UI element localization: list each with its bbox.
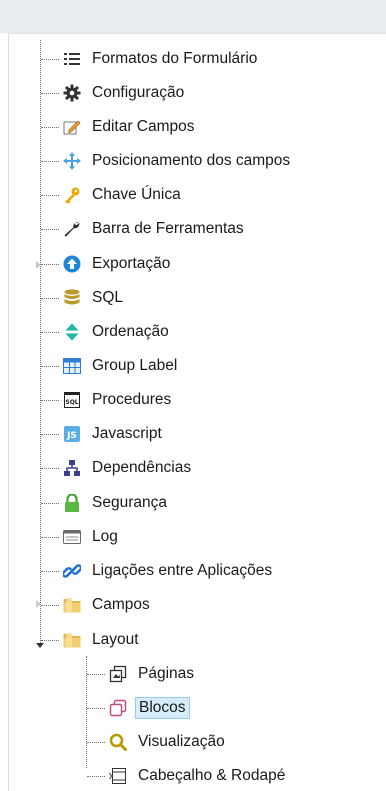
sort-arrows-icon <box>63 323 81 341</box>
svg-text:JS: JS <box>66 431 77 441</box>
tree-item-label: Configuração <box>92 84 185 101</box>
tree-item-formatos-do-formulario[interactable]: Formatos do Formulário <box>41 46 260 72</box>
link-icon <box>63 562 81 580</box>
hierarchy-icon <box>63 459 81 477</box>
tree-item-javascript[interactable]: JS Javascript <box>41 421 165 447</box>
tree-item-label: Blocos <box>135 697 190 719</box>
tree-item-label: Ordenação <box>92 323 169 340</box>
tree-item-configuracao[interactable]: Configuração <box>41 80 187 106</box>
tree-item-log[interactable]: Log <box>41 524 121 550</box>
list-icon <box>63 50 81 68</box>
tree-item-procedures[interactable]: SQL Procedures <box>41 387 174 413</box>
tree-item-ligacoes-entre-aplicacoes[interactable]: Ligações entre Aplicações <box>41 558 275 584</box>
tree-item-label: Javascript <box>92 425 162 442</box>
log-window-icon <box>63 528 81 546</box>
tree-item-label: Editar Campos <box>92 118 195 135</box>
tree-item-seguranca[interactable]: Segurança <box>41 490 170 516</box>
tree-item-editar-campos[interactable]: Editar Campos <box>41 114 198 140</box>
tree-item-label: Group Label <box>92 357 178 374</box>
tree-item-blocos[interactable]: Blocos <box>87 695 190 721</box>
sql-file-icon: SQL <box>63 391 81 409</box>
tree-item-label: Procedures <box>92 391 172 408</box>
tree-item-label: Ligações entre Aplicações <box>92 562 273 579</box>
tree-item-label: Visualização <box>138 733 225 750</box>
tree-item-label: SQL <box>92 289 124 306</box>
tree-item-label: Barra de Ferramentas <box>92 220 244 237</box>
pages-icon <box>109 665 127 683</box>
tree-item-label: Cabeçalho & Rodapé <box>138 767 286 784</box>
tree-item-label: Segurança <box>92 494 167 511</box>
database-icon <box>63 289 81 307</box>
tree-item-label: Chave Única <box>92 186 181 203</box>
application-tree: Formatos do Formulário Configuração Edit… <box>0 0 386 791</box>
tree-item-campos[interactable]: Campos <box>41 592 153 618</box>
tree-item-label: Exportação <box>92 255 171 272</box>
magnifier-icon <box>109 733 127 751</box>
tree-item-dependencias[interactable]: Dependências <box>41 455 194 481</box>
tree-item-ordenacao[interactable]: Ordenação <box>41 319 172 345</box>
tree-item-exportacao[interactable]: Exportação <box>41 251 173 277</box>
table-grid-icon <box>63 357 81 375</box>
tree-item-label: Páginas <box>138 665 195 682</box>
folder-icon <box>63 631 81 649</box>
tree-item-label: Dependências <box>92 459 192 476</box>
upload-circle-icon <box>63 255 81 273</box>
tree-item-sql[interactable]: SQL <box>41 285 126 311</box>
tree-item-group-label[interactable]: Group Label <box>41 353 180 379</box>
lock-icon <box>63 494 81 512</box>
tree-item-visualizacao[interactable]: Visualização <box>87 729 228 755</box>
javascript-icon: JS <box>63 425 81 443</box>
move-arrows-icon <box>63 152 81 170</box>
tree-item-label: Formatos do Formulário <box>92 50 258 67</box>
tree-item-label: Campos <box>92 596 150 613</box>
folder-icon <box>63 596 81 614</box>
tree-item-label: Log <box>92 528 118 545</box>
tree-item-barra-de-ferramentas[interactable]: Barra de Ferramentas <box>41 216 247 242</box>
tree-item-label: Layout <box>92 631 139 648</box>
tree-item-label: Posicionamento dos campos <box>92 152 291 169</box>
blocks-icon <box>109 699 127 717</box>
edit-icon <box>63 118 81 136</box>
tree-item-layout[interactable]: Layout <box>41 627 142 653</box>
tree-item-chave-unica[interactable]: Chave Única <box>41 182 184 208</box>
gear-icon <box>63 84 81 102</box>
wrench-icon <box>63 220 81 238</box>
svg-text:SQL: SQL <box>65 399 78 406</box>
tree-item-paginas[interactable]: Páginas <box>87 661 197 687</box>
key-icon <box>63 186 81 204</box>
tree-item-posicionamento-dos-campos[interactable]: Posicionamento dos campos <box>41 148 293 174</box>
tree-item-cabecalho-rodape[interactable]: Cabeçalho & Rodapé <box>87 763 288 789</box>
header-footer-icon <box>109 767 127 785</box>
